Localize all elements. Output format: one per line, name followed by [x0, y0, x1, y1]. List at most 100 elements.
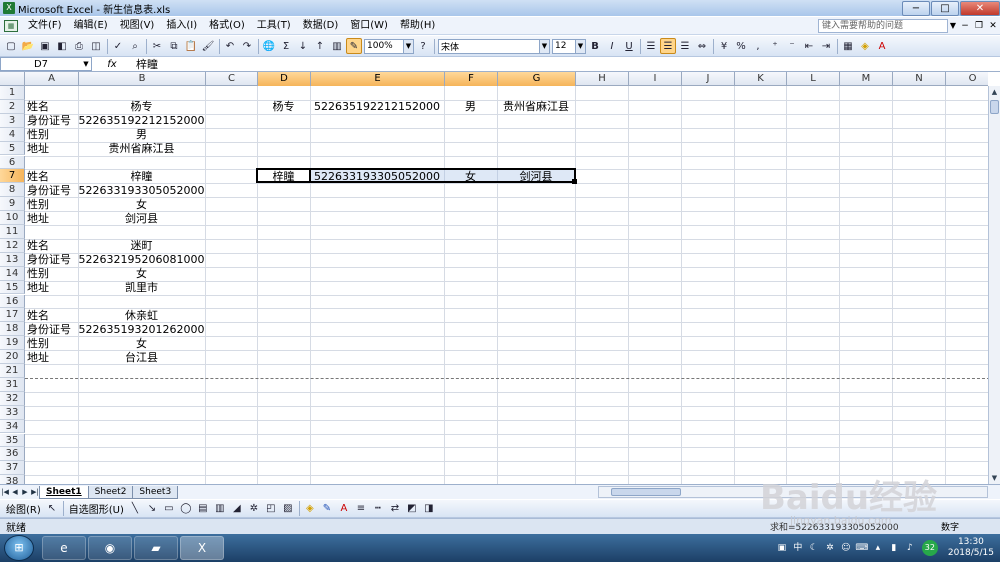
increase-decimal-icon[interactable]: ⁺: [767, 38, 783, 54]
ime-indicator[interactable]: 中: [791, 541, 805, 555]
cell-a13[interactable]: 身份证号: [27, 253, 71, 266]
menu-file[interactable]: 文件(F): [22, 18, 68, 34]
row-header[interactable]: 11: [0, 225, 25, 239]
chevron-down-icon[interactable]: ▼: [539, 39, 549, 53]
format-painter-icon[interactable]: 🖌: [200, 38, 216, 54]
borders-icon[interactable]: ▦: [840, 38, 856, 54]
column-header-e[interactable]: E: [311, 72, 445, 86]
minimize-button[interactable]: −: [902, 0, 930, 16]
row-header[interactable]: 8: [0, 183, 25, 198]
cell-b18[interactable]: 522635193201262000: [78, 323, 205, 336]
3d-icon[interactable]: ◨: [421, 501, 437, 517]
row-header[interactable]: 21: [0, 364, 25, 378]
cell-b10[interactable]: 剑河县: [78, 212, 205, 225]
row-header[interactable]: 31: [0, 377, 25, 392]
cell-a18[interactable]: 身份证号: [27, 323, 71, 336]
worksheet-grid[interactable]: A B C D E F G H I J K L M N O 1 2 3 4 5 …: [0, 72, 988, 484]
cell-b17[interactable]: 休亲虹: [78, 309, 205, 322]
row-header[interactable]: 19: [0, 336, 25, 351]
autosum-icon[interactable]: Σ: [278, 38, 294, 54]
column-header-j[interactable]: J: [682, 72, 735, 86]
column-header-i[interactable]: I: [629, 72, 682, 86]
cell-b19[interactable]: 女: [78, 337, 205, 350]
row-header-selected[interactable]: 7: [0, 169, 25, 184]
diagram-icon[interactable]: ✲: [246, 501, 262, 517]
row-header[interactable]: 3: [0, 113, 25, 128]
doc-restore-button[interactable]: ❐: [972, 21, 986, 31]
cell-b5[interactable]: 贵州省麻江县: [78, 142, 205, 155]
cell-b9[interactable]: 女: [78, 198, 205, 211]
arrow-icon[interactable]: ↘: [144, 501, 160, 517]
merge-center-icon[interactable]: ⇔: [694, 38, 710, 54]
comma-icon[interactable]: ,: [750, 38, 766, 54]
drawing-toggle-icon[interactable]: ✎: [346, 38, 362, 54]
line-color-icon[interactable]: ✎: [319, 501, 335, 517]
menu-help[interactable]: 帮助(H): [394, 18, 441, 34]
scroll-down-icon[interactable]: ▼: [989, 472, 1000, 484]
row-header[interactable]: 1: [0, 86, 25, 100]
cell-a9[interactable]: 性别: [27, 198, 49, 211]
row-header[interactable]: 9: [0, 197, 25, 212]
help-search-input[interactable]: 键入需要帮助的问题: [818, 18, 948, 33]
sort-desc-icon[interactable]: ↑: [312, 38, 328, 54]
close-button[interactable]: ✕: [960, 0, 1000, 16]
chevron-down-icon[interactable]: ▼: [403, 39, 413, 53]
textbox-icon[interactable]: ▤: [195, 501, 211, 517]
arrow-style-icon[interactable]: ⇄: [387, 501, 403, 517]
cell-f2[interactable]: 男: [444, 100, 497, 113]
menu-tools[interactable]: 工具(T): [251, 18, 297, 34]
column-header-c[interactable]: C: [206, 72, 258, 86]
column-header-k[interactable]: K: [735, 72, 787, 86]
row-header[interactable]: 2: [0, 99, 25, 114]
currency-icon[interactable]: ¥: [716, 38, 732, 54]
row-header[interactable]: 38: [0, 475, 25, 484]
ie-taskbar-icon[interactable]: e: [42, 536, 86, 560]
sheet-tab-sheet1[interactable]: Sheet1: [39, 485, 89, 499]
increase-indent-icon[interactable]: ⇥: [818, 38, 834, 54]
cell-a10[interactable]: 地址: [27, 212, 49, 225]
hyperlink-icon[interactable]: 🌐: [261, 38, 277, 54]
chevron-down-icon[interactable]: ▼: [81, 60, 91, 68]
browser-taskbar-icon[interactable]: ◉: [88, 536, 132, 560]
cell-b2[interactable]: 杨专: [78, 100, 205, 113]
fill-color-icon[interactable]: ◈: [302, 501, 318, 517]
row-header[interactable]: 36: [0, 447, 25, 462]
decrease-decimal-icon[interactable]: ⁻: [784, 38, 800, 54]
menu-view[interactable]: 视图(V): [114, 18, 161, 34]
formula-input[interactable]: 梓瞳: [132, 56, 158, 72]
zoom-select[interactable]: 100% ▼: [364, 38, 414, 54]
cell-a8[interactable]: 身份证号: [27, 184, 71, 197]
chevron-down-icon[interactable]: ▼: [948, 21, 958, 30]
start-button[interactable]: ⊞: [4, 535, 34, 561]
column-header-l[interactable]: L: [787, 72, 840, 86]
font-color-icon[interactable]: A: [874, 38, 890, 54]
column-header-o[interactable]: O: [946, 72, 988, 86]
open-icon[interactable]: 📂: [20, 38, 36, 54]
next-sheet-icon[interactable]: ▶: [20, 488, 30, 496]
cell-a4[interactable]: 性别: [27, 128, 49, 141]
cell-g7[interactable]: 剑河县: [497, 170, 575, 183]
volume-icon[interactable]: ♪: [903, 541, 917, 555]
sort-asc-icon[interactable]: ↓: [295, 38, 311, 54]
rectangle-icon[interactable]: ▭: [161, 501, 177, 517]
column-header-h[interactable]: H: [576, 72, 629, 86]
horizontal-scrollbar[interactable]: [598, 486, 988, 498]
menu-data[interactable]: 数据(D): [297, 18, 345, 34]
explorer-taskbar-icon[interactable]: ▰: [134, 536, 178, 560]
vertical-scrollbar[interactable]: ▲ ▼: [988, 86, 1000, 484]
bold-icon[interactable]: B: [587, 38, 603, 54]
row-header[interactable]: 33: [0, 405, 25, 420]
cut-icon[interactable]: ✂: [149, 38, 165, 54]
italic-icon[interactable]: I: [604, 38, 620, 54]
font-size-select[interactable]: 12 ▼: [552, 38, 586, 54]
cell-a5[interactable]: 地址: [27, 142, 49, 155]
cell-a19[interactable]: 性别: [27, 337, 49, 350]
cell-d2[interactable]: 杨专: [257, 100, 310, 113]
draw-menu-button[interactable]: 绘图(R): [3, 501, 44, 516]
excel-taskbar-icon[interactable]: X: [180, 536, 224, 560]
user-icon[interactable]: ☺: [839, 541, 853, 555]
underline-icon[interactable]: U: [621, 38, 637, 54]
column-header-b[interactable]: B: [79, 72, 206, 86]
cell-b15[interactable]: 凯里市: [78, 281, 205, 294]
settings-icon[interactable]: ✲: [823, 541, 837, 555]
